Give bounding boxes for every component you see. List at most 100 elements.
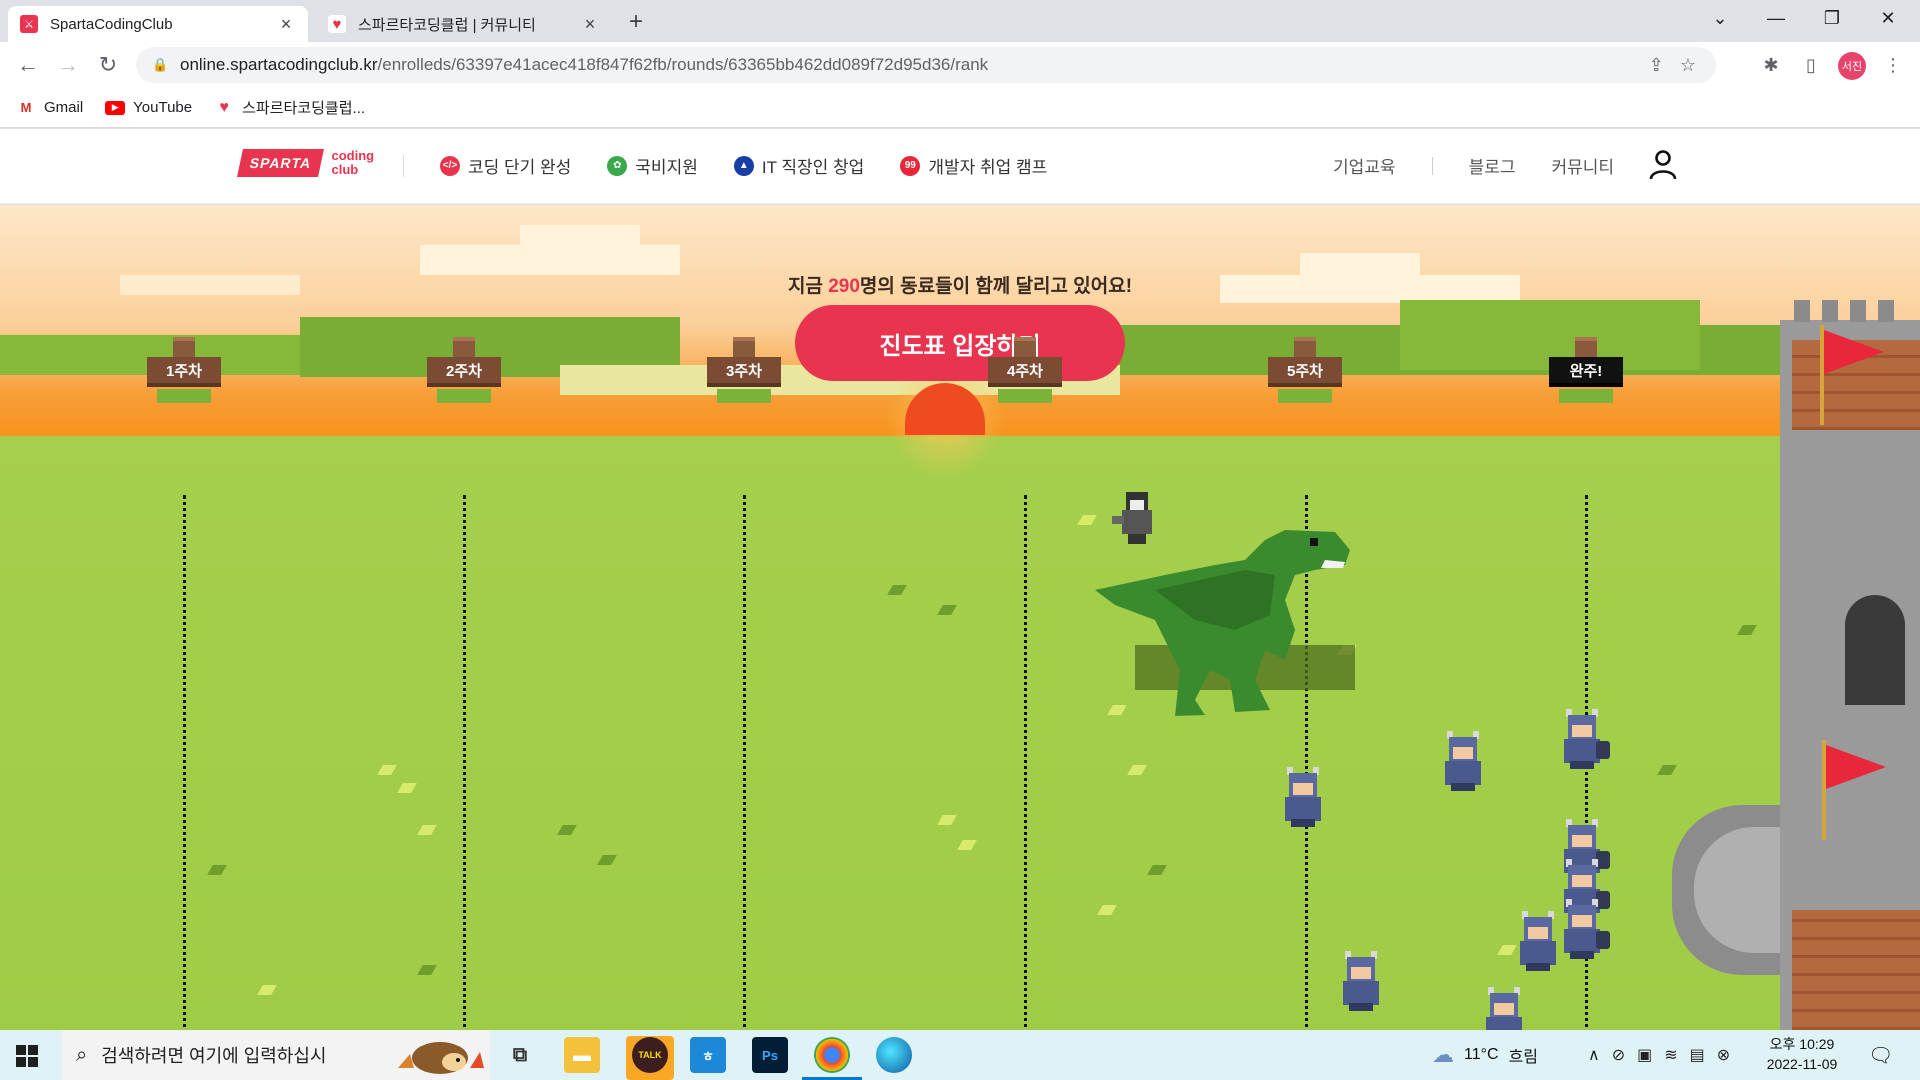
hedgehog-decoration-icon — [398, 1042, 484, 1074]
bookmark-sparta[interactable]: ♥ 스파르타코딩클럽... — [214, 97, 365, 118]
hangul-icon[interactable]: ㅎ — [690, 1037, 726, 1073]
menu-icon[interactable]: ⋮ — [1880, 52, 1906, 78]
address-bar[interactable]: 🔒 online.spartacodingclub.kr/enrolleds/6… — [136, 47, 1716, 83]
runner-sprite — [1556, 709, 1610, 771]
nav-community[interactable]: 커뮤니티 — [1551, 153, 1614, 178]
dinosaur-sprite — [1095, 530, 1350, 716]
castle-flag — [1826, 745, 1886, 789]
share-icon[interactable]: ⇪ — [1649, 55, 1664, 76]
track-line — [1024, 495, 1027, 1030]
race-scene: 지금 290명의 동료들이 함께 달리고 있어요! 진도표 입장하기 1주차 2… — [0, 205, 1920, 1030]
device-icon[interactable]: ▣ — [1637, 1045, 1652, 1065]
weather-desc: 흐림 — [1508, 1049, 1539, 1066]
runner-count-text: 지금 290명의 동료들이 함께 달리고 있어요! — [0, 271, 1920, 298]
task-view-icon[interactable]: ⧉ — [502, 1037, 538, 1073]
extensions-icon[interactable]: ✱ — [1758, 52, 1784, 78]
system-tray: ∧ ⊘ ▣ ≋ ▤ ⊗ — [1588, 1030, 1730, 1080]
bookmark-gmail[interactable]: M Gmail — [16, 99, 84, 116]
notification-icon[interactable]: 🗨 — [1868, 1030, 1893, 1080]
bookmark-label: YouTube — [133, 99, 193, 116]
new-tab-button[interactable]: + — [622, 8, 650, 36]
clock-date: 2022-11-09 — [1766, 1056, 1838, 1072]
nav-enterprise[interactable]: 기업교육 — [1333, 153, 1396, 178]
week-post-5: 5주차 — [1268, 327, 1342, 407]
week-label: 2주차 — [427, 357, 501, 387]
header-divider — [403, 155, 404, 177]
grass-tuft — [417, 965, 437, 975]
grass-tuft — [1737, 625, 1757, 635]
week-post-4: 4주차 — [988, 327, 1062, 407]
nav-gov-support[interactable]: ✿ 국비지원 — [607, 153, 698, 178]
enter-progress-button[interactable]: 진도표 입장하기 — [795, 305, 1125, 381]
close-window-icon[interactable]: ✕ — [1860, 0, 1916, 36]
url-path: /enrolleds/63397e41acec418f847f62fb/roun… — [377, 55, 989, 74]
clock-time: 오후 10:29 — [1769, 1036, 1835, 1052]
back-icon[interactable]: ← — [14, 51, 42, 79]
runner-sprite — [1335, 951, 1387, 1013]
grass-tuft — [557, 825, 577, 835]
finish-post: 완주! — [1549, 327, 1623, 407]
cta-prefix: 지금 — [787, 276, 829, 297]
tab-community[interactable]: ♥ 스파르타코딩클럽 | 커뮤니티 × — [316, 6, 612, 42]
main-nav: </> 코딩 단기 완성 ✿ 국비지원 ▲ IT 직장인 창업 99 개발자 취… — [440, 153, 1047, 178]
sparta-logo[interactable]: SPARTA coding club — [237, 148, 375, 177]
wifi-icon[interactable]: ≋ — [1664, 1045, 1677, 1065]
weather-widget[interactable]: ☁ 11°C 흐림 — [1432, 1030, 1538, 1080]
sprout-icon: ✿ — [607, 155, 628, 176]
nav-coding-short[interactable]: </> 코딩 단기 완성 — [440, 153, 571, 178]
grass-tuft — [957, 840, 977, 850]
side-panel-icon[interactable]: ▯ — [1798, 52, 1824, 78]
code-icon: </> — [440, 155, 460, 176]
sparta-heart-icon: ♥ — [328, 15, 346, 33]
logo-badge: SPARTA — [237, 149, 325, 177]
forward-icon[interactable]: → — [54, 51, 82, 79]
sparta-icon: ♥ — [219, 98, 229, 116]
logo-sub-line1: coding — [331, 148, 375, 163]
bookmark-star-icon[interactable]: ☆ — [1680, 55, 1696, 76]
user-icon[interactable] — [1648, 149, 1678, 181]
castle-gate — [1845, 595, 1905, 705]
close-icon[interactable]: × — [276, 14, 296, 35]
runner-sprite — [1437, 731, 1489, 793]
restore-icon[interactable]: ❐ — [1804, 0, 1860, 36]
week-label: 완주! — [1549, 357, 1623, 387]
photoshop-icon[interactable]: Ps — [752, 1037, 788, 1073]
nav-separator — [1431, 156, 1433, 175]
clock[interactable]: 오후 10:29 2022-11-09 — [1756, 1034, 1848, 1074]
minimize-icon[interactable]: — — [1748, 0, 1804, 36]
week-label: 5주차 — [1268, 357, 1342, 387]
profile-avatar[interactable]: 서진 — [1838, 52, 1866, 80]
edge-icon[interactable] — [876, 1037, 912, 1073]
reload-icon[interactable]: ↻ — [94, 51, 122, 79]
close-icon[interactable]: × — [580, 14, 600, 35]
cta-suffix: 명의 동료들이 함께 달리고 있어요! — [859, 276, 1133, 297]
tab-spartacodingclub[interactable]: ⚔ SpartaCodingClub × — [8, 6, 308, 42]
youtube-icon: ▶ — [105, 100, 126, 115]
nav-it-startup[interactable]: ▲ IT 직장인 창업 — [733, 153, 864, 178]
tab-search-icon[interactable]: ⌄ — [1692, 0, 1748, 36]
week-post-3: 3주차 — [707, 327, 781, 407]
grass-tuft — [417, 825, 437, 835]
dark-knight-sprite — [1112, 492, 1152, 544]
windows-start-icon[interactable] — [16, 1045, 38, 1067]
chrome-icon[interactable] — [814, 1037, 850, 1073]
nav-blog[interactable]: 블로그 — [1469, 153, 1516, 178]
display-icon[interactable]: ▤ — [1690, 1045, 1705, 1065]
kakaotalk-icon[interactable]: TALK — [632, 1037, 668, 1073]
week-label: 1주차 — [147, 357, 221, 387]
mute-icon[interactable]: ⊗ — [1717, 1045, 1730, 1065]
track-line — [463, 495, 466, 1030]
nav-label: 개발자 취업 캠프 — [928, 158, 1048, 177]
grass-tuft — [257, 985, 277, 995]
network-status-icon[interactable]: ⊘ — [1612, 1045, 1625, 1065]
grass-tuft — [937, 815, 957, 825]
tab-title: 스파르타코딩클럽 | 커뮤니티 — [358, 16, 536, 34]
bookmark-youtube[interactable]: ▶ YouTube — [105, 99, 192, 116]
nav-job-camp[interactable]: 99 개발자 취업 캠프 — [900, 153, 1047, 178]
chevron-up-icon[interactable]: ∧ — [1588, 1045, 1600, 1065]
grass-tuft — [207, 865, 227, 875]
bookmark-label: 스파르타코딩클럽... — [242, 100, 366, 117]
search-placeholder: 검색하려면 여기에 입력하십시 — [101, 1046, 327, 1066]
runner-count: 290 — [828, 276, 860, 297]
file-explorer-icon[interactable]: ▬ — [564, 1037, 600, 1073]
